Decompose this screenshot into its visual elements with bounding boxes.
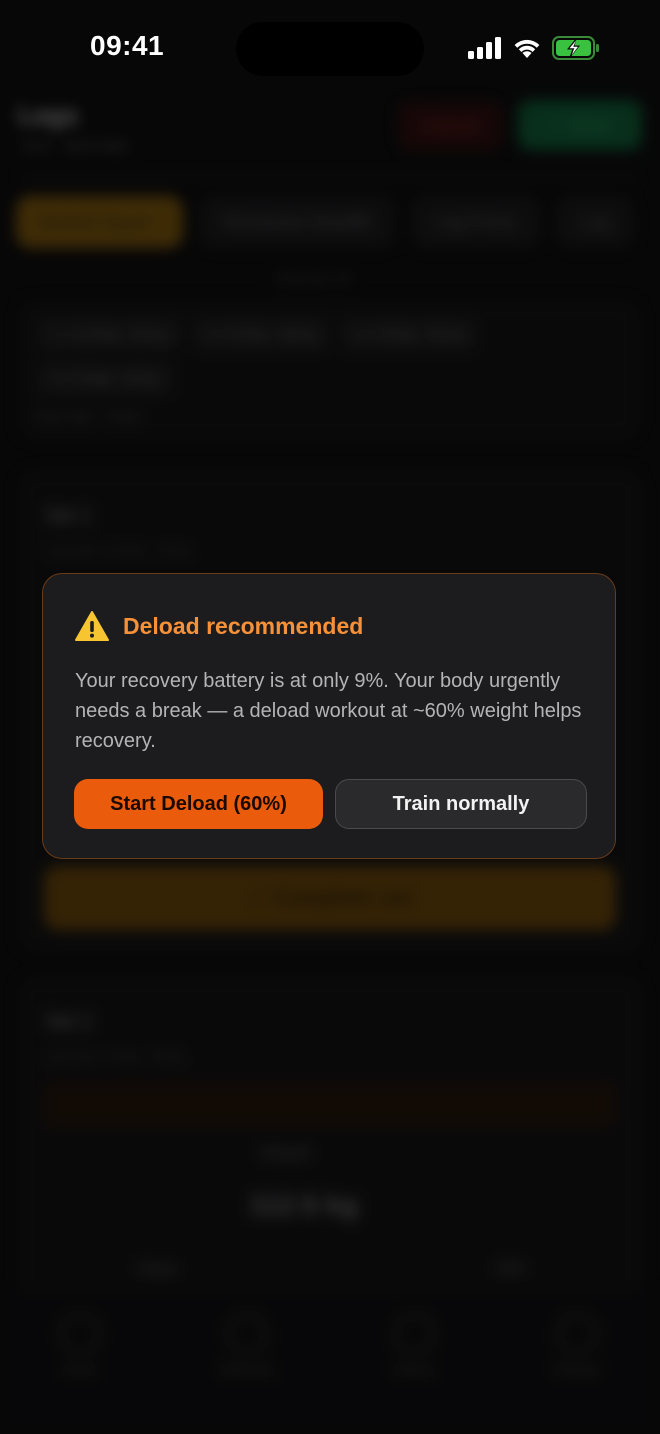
status-time: 09:41 bbox=[90, 30, 165, 61]
dialog-message: Your recovery battery is at only 9%. You… bbox=[75, 670, 582, 752]
wifi-icon bbox=[514, 39, 540, 58]
status-icons bbox=[468, 36, 600, 60]
dialog-title: Deload recommended bbox=[123, 612, 364, 639]
start-deload-button[interactable]: Start Deload (60%) bbox=[74, 779, 323, 829]
cellular-signal-icon bbox=[468, 37, 501, 59]
dynamic-island bbox=[236, 22, 424, 76]
deload-recommendation-dialog: Deload recommended Your recovery battery… bbox=[42, 573, 616, 859]
warning-triangle-icon bbox=[75, 611, 109, 641]
battery-charging-icon bbox=[552, 36, 599, 60]
status-bar: 09:41 bbox=[0, 0, 660, 96]
dialog-header: Deload recommended bbox=[75, 610, 363, 642]
train-normally-button[interactable]: Train normally bbox=[335, 779, 587, 829]
